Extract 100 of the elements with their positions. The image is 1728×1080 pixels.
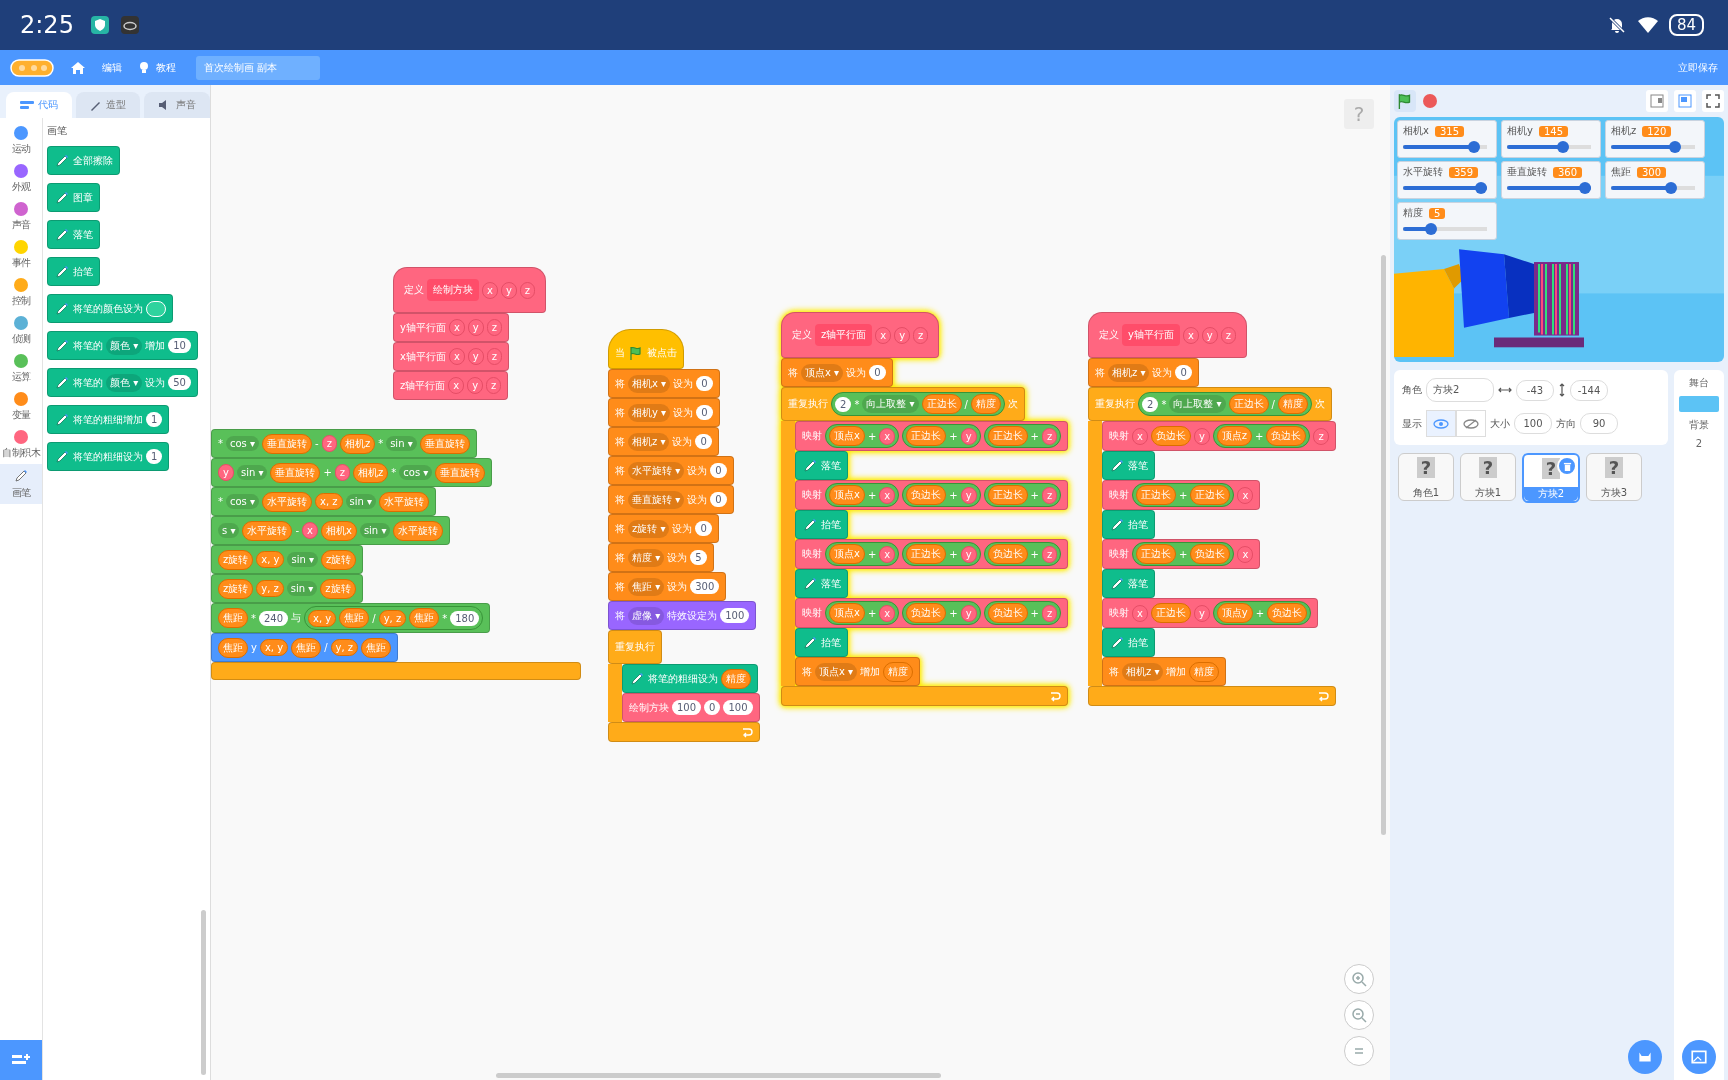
show-button[interactable] [1426, 410, 1456, 437]
number-input[interactable]: 0 [710, 463, 727, 478]
code-block[interactable]: 将 相机z ▾ 设为 0 [608, 427, 719, 456]
code-block[interactable]: 将 顶点x ▾ 设为 0 [781, 358, 893, 387]
argument-reporter[interactable]: x [879, 604, 896, 622]
hide-button[interactable] [1456, 410, 1486, 437]
flag-button[interactable] [1394, 90, 1416, 112]
code-block[interactable]: 将 虚像 ▾ 特效设定为 100 [608, 601, 757, 630]
argument-reporter[interactable]: z [1220, 326, 1236, 344]
code-block[interactable]: 落笔 [795, 451, 848, 480]
code-block[interactable]: 映射 正边长 + 正边长 x [1102, 480, 1261, 510]
variable-reporter[interactable]: 精度 [1189, 661, 1220, 682]
argument-reporter[interactable]: z [1041, 427, 1058, 445]
operator-reporter[interactable]: 2 * 向上取整 ▾ 正边长 / 精度 [1138, 392, 1312, 416]
sprite-tile[interactable]: ? 方块3 [1586, 453, 1642, 501]
code-block[interactable]: 抬笔 [795, 510, 848, 539]
variable-reporter[interactable]: 水平旋转 [379, 491, 430, 512]
home-icon[interactable] [70, 59, 86, 76]
dropdown-menu[interactable]: cos ▾ [226, 436, 260, 451]
variable-reporter[interactable]: y, z [256, 580, 284, 597]
argument-reporter[interactable]: y [218, 464, 234, 481]
add-extension-button[interactable] [0, 1040, 42, 1080]
dropdown-menu[interactable]: cos ▾ [399, 465, 433, 480]
argument-reporter[interactable]: y [960, 545, 977, 563]
code-block[interactable]: z旋转 y, z sin ▾ z旋转 [211, 574, 363, 603]
dropdown-menu[interactable]: 顶点x ▾ [801, 363, 844, 382]
argument-reporter[interactable]: z [1313, 427, 1329, 445]
variable-reporter[interactable]: 焦距 [218, 637, 248, 658]
argument-reporter[interactable]: z [486, 319, 502, 336]
code-block[interactable]: 落笔 [795, 569, 848, 598]
variable-reporter[interactable]: 正边长 [987, 426, 1028, 446]
number-input[interactable]: 100 [720, 608, 750, 623]
repeat-block[interactable]: 重复执行 2 * 向上取整 ▾ 正边长 / 精度 次 [781, 387, 1025, 421]
slider-thumb[interactable] [1665, 182, 1677, 194]
define-block[interactable]: 定义 y轴平行面 x y z [1088, 312, 1247, 358]
code-block[interactable]: 将 相机z ▾ 设为 0 [1088, 358, 1199, 387]
variable-reporter[interactable]: 顶点x [829, 603, 865, 623]
category-item[interactable]: 运动 [0, 122, 42, 160]
variable-reporter[interactable]: 顶点z [1216, 426, 1253, 446]
operator-reporter[interactable]: 顶点x + x [825, 483, 900, 507]
number-input[interactable]: 0 [704, 700, 721, 715]
dropdown-menu[interactable]: cos ▾ [226, 494, 260, 509]
variable-reporter[interactable]: 相机z [339, 433, 376, 454]
variable-reporter[interactable]: 正边长 [1190, 485, 1231, 505]
number-input[interactable]: 1 [146, 412, 163, 427]
variable-reporter[interactable]: z旋转 [321, 549, 357, 570]
variable-reporter[interactable]: 垂直旋转 [262, 433, 313, 454]
dropdown-menu[interactable]: 水平旋转 ▾ [628, 461, 685, 480]
sprite-tile[interactable]: ? 方块2 [1522, 453, 1580, 503]
argument-reporter[interactable]: x [302, 522, 318, 539]
slider-thumb[interactable] [1424, 223, 1437, 235]
variable-reporter[interactable]: 正边长 [1136, 544, 1176, 564]
number-input[interactable]: 10 [168, 338, 191, 353]
direction-field[interactable]: 90 [1580, 413, 1618, 434]
dropdown-menu[interactable]: 顶点x ▾ [815, 662, 858, 681]
number-input[interactable]: 50 [168, 375, 191, 390]
code-block[interactable]: 映射 x 负边长 y 顶点z + 负边长 z [1102, 421, 1336, 451]
number-input[interactable]: 0 [695, 434, 712, 449]
code-block[interactable]: 抬笔 [1102, 628, 1155, 657]
variable-reporter[interactable]: 顶点y [1216, 603, 1253, 623]
sprite-tile[interactable]: ? 角色1 [1398, 453, 1454, 501]
operator-reporter[interactable]: 正边长 + y [902, 424, 981, 448]
slider-thumb[interactable] [1557, 141, 1570, 153]
code-block[interactable]: 将 相机z ▾ 增加 精度 [1102, 657, 1227, 686]
variable-reporter[interactable]: 相机x [320, 520, 357, 541]
category-item[interactable]: 画笔 [0, 464, 42, 504]
variable-reporter[interactable]: 负边长 [1266, 426, 1307, 446]
code-block[interactable]: 映射 顶点x + x 正边长 + y 负边长 + z [795, 539, 1069, 569]
add-sprite-button[interactable] [1628, 1040, 1662, 1074]
number-input[interactable]: 2 [835, 396, 852, 412]
argument-reporter[interactable]: z [334, 464, 351, 481]
operator-reporter[interactable]: 顶点x + x [825, 542, 900, 566]
argument-reporter[interactable]: z [913, 326, 929, 344]
variable-reporter[interactable]: 正边长 [987, 485, 1028, 505]
variable-reporter[interactable]: 负边长 [1150, 426, 1191, 446]
category-item[interactable]: 侦测 [0, 312, 42, 350]
operator-reporter[interactable]: 顶点x + x [825, 601, 900, 625]
variable-reporter[interactable]: y, z [330, 639, 359, 656]
color-swatch[interactable] [146, 300, 166, 317]
define-block[interactable]: 定义 绘制方块 x y z [393, 267, 547, 313]
category-item[interactable]: 运算 [0, 350, 42, 388]
number-input[interactable]: 5 [690, 550, 707, 565]
variable-reporter[interactable]: 正边长 [906, 426, 947, 446]
dropdown-menu[interactable]: 焦距 ▾ [628, 577, 665, 596]
dropdown-menu[interactable]: 相机x ▾ [628, 374, 671, 393]
number-input[interactable]: 0 [869, 365, 886, 380]
code-block[interactable]: 将笔的粗细设为 精度 [622, 664, 758, 693]
code-block[interactable]: 抬笔 [47, 257, 100, 286]
dropdown-menu[interactable]: sin ▾ [386, 436, 417, 451]
operator-reporter[interactable]: 负边长 + y [902, 601, 981, 625]
variable-reporter[interactable]: 焦距 [409, 608, 440, 628]
menu-item[interactable]: 教程 [156, 60, 176, 75]
zoom-out-button[interactable] [1344, 1000, 1374, 1030]
dropdown-menu[interactable]: 相机y ▾ [628, 403, 671, 422]
operator-reporter[interactable]: 顶点x + x [825, 424, 900, 448]
dropdown-menu[interactable]: z旋转 ▾ [628, 519, 670, 538]
operator-reporter[interactable]: 正边长 + y [902, 542, 981, 566]
code-block[interactable]: 抬笔 [1102, 510, 1155, 539]
code-block[interactable]: * cos ▾ 水平旋转 x, z sin ▾ 水平旋转 [211, 487, 437, 516]
code-block[interactable]: 将笔的 颜色 ▾ 设为 50 [47, 368, 198, 397]
